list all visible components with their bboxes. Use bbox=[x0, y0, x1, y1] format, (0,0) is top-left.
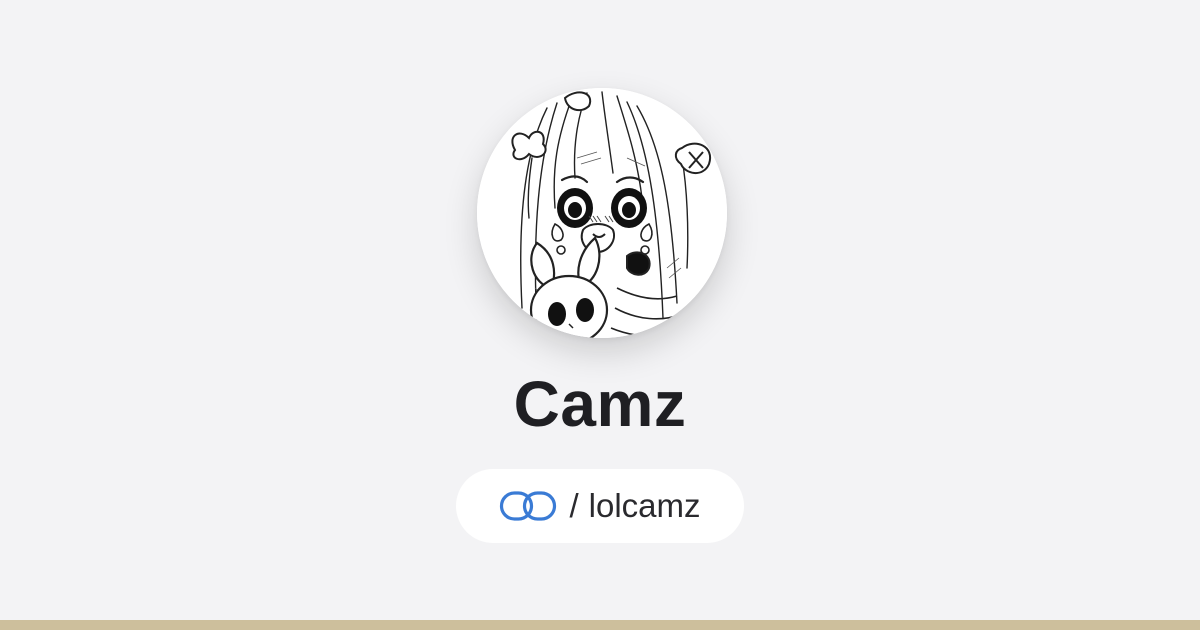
profile-name: Camz bbox=[513, 368, 687, 440]
linked-rings-icon bbox=[499, 490, 557, 522]
handle-separator: / bbox=[569, 487, 579, 524]
avatar-sketch-illustration bbox=[477, 88, 727, 338]
profile-avatar bbox=[477, 88, 727, 338]
footer-accent-bar bbox=[0, 620, 1200, 630]
profile-handle-link[interactable]: / lolcamz bbox=[456, 469, 744, 543]
profile-handle: lolcamz bbox=[588, 487, 701, 524]
profile-card: Camz / lolcamz bbox=[0, 0, 1200, 620]
